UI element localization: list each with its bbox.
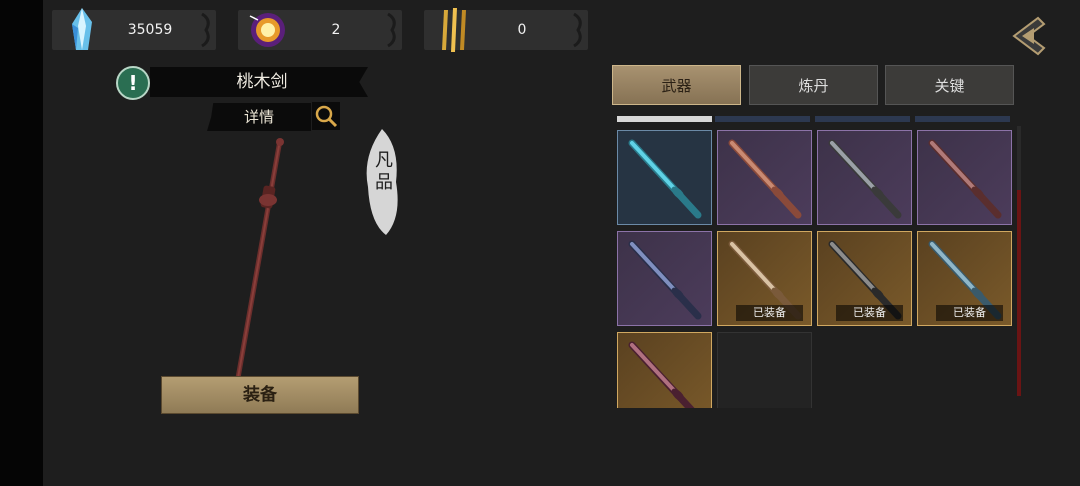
inventory-slot[interactable]: 已装备 <box>917 231 1012 326</box>
blue-crystal-icon <box>72 8 92 50</box>
scrollbar-thumb[interactable] <box>1017 190 1021 396</box>
item-grade: 凡品 <box>375 150 393 193</box>
inventory-slot[interactable] <box>617 332 712 408</box>
copper-sword-icon <box>728 139 802 219</box>
currency-blades: 0 <box>424 8 588 52</box>
tab-alchemy[interactable]: 炼丹 <box>749 65 878 105</box>
inventory-slot[interactable] <box>717 130 812 225</box>
currency-crystal: 35059 <box>52 8 216 50</box>
magnifier-icon[interactable] <box>312 102 340 130</box>
peachwood-sword-icon <box>235 138 284 379</box>
inventory-slot[interactable] <box>617 130 712 225</box>
steel-sword-icon <box>828 139 902 219</box>
inventory-slot[interactable] <box>917 130 1012 225</box>
inventory-slot[interactable]: 已装备 <box>817 231 912 326</box>
equipped-label: 已装备 <box>736 305 803 321</box>
equipped-label: 已装备 <box>836 305 903 321</box>
tab-key-items[interactable]: 关键 <box>885 65 1014 105</box>
bronze-sword-icon <box>928 139 1002 219</box>
orb-count: 2 <box>331 22 341 38</box>
inventory-slot[interactable] <box>817 130 912 225</box>
bar-edge-ornament <box>387 12 396 48</box>
crystal-count: 35059 <box>127 22 173 38</box>
golden-blades-icon <box>442 8 466 52</box>
golden-orb-icon <box>249 13 285 47</box>
bar-edge-ornament <box>573 12 582 48</box>
dark-sword-icon <box>628 240 702 320</box>
inventory-slot[interactable] <box>617 231 712 326</box>
blades-count: 0 <box>517 22 527 38</box>
equip-button[interactable]: 装备 <box>161 376 359 414</box>
previous-row-edge <box>613 116 1013 124</box>
currency-orb: 2 <box>238 10 402 50</box>
item-name: 桃木剑 <box>236 72 288 92</box>
cyan-sword-icon <box>628 139 702 219</box>
alert-icon[interactable]: ! <box>116 66 150 100</box>
bar-edge-ornament <box>201 12 210 48</box>
inventory-slot[interactable]: 已装备 <box>717 231 812 326</box>
inventory-grid: 已装备 已装备 已装备 <box>613 116 1013 408</box>
twisted-sword-icon <box>628 341 695 408</box>
detail-button[interactable]: 详情 <box>207 103 311 131</box>
tab-weapons[interactable]: 武器 <box>612 65 741 105</box>
inventory-slot[interactable] <box>717 332 812 408</box>
left-black-bar <box>0 0 43 486</box>
equipped-label: 已装备 <box>936 305 1003 321</box>
back-arrow-icon[interactable] <box>1008 14 1050 58</box>
